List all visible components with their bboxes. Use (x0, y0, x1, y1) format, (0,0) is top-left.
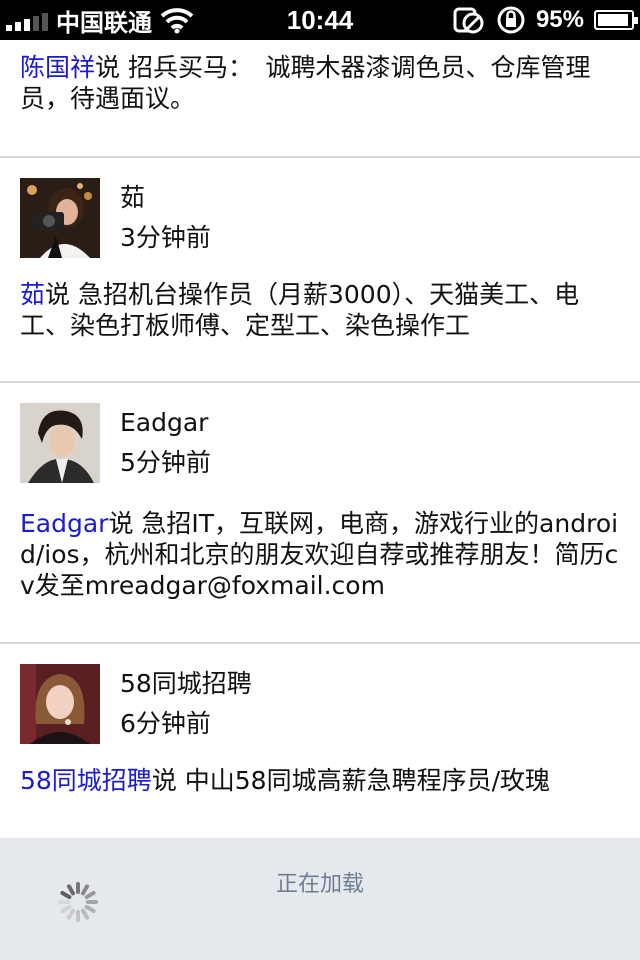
avatar[interactable] (20, 664, 100, 744)
status-bar: 中国联通 10:44 95% (0, 0, 640, 40)
post-body: Eadgar说 急招IT，互联网，电商，游戏行业的android/ios，杭州和… (20, 508, 620, 601)
says-label: 说 (45, 280, 71, 309)
post-card[interactable]: 58同城招聘 6分钟前 58同城招聘说 中山58同城高薪急聘程序员/玫瑰 (0, 664, 640, 796)
avatar[interactable] (20, 403, 100, 483)
avatar[interactable] (20, 178, 100, 258)
post-card[interactable]: Eadgar 5分钟前 Eadgar说 急招IT，互联网，电商，游戏行业的and… (0, 403, 640, 642)
says-label: 说 (108, 509, 134, 538)
orientation-lock-icon (453, 7, 484, 34)
post-card[interactable]: 陈国祥说 招兵买马： 诚聘木器漆调色员、仓库管理员，待遇面议。 (0, 40, 640, 156)
post-feed[interactable]: 陈国祥说 招兵买马： 诚聘木器漆调色员、仓库管理员，待遇面议。 茹 3分钟前 茹… (0, 40, 640, 796)
author-name[interactable]: Eadgar (120, 407, 211, 438)
author-link[interactable]: 陈国祥 (20, 53, 95, 82)
author-link[interactable]: Eadgar (20, 509, 108, 538)
divider (0, 642, 640, 644)
author-name[interactable]: 58同城招聘 (120, 668, 252, 699)
spinner-icon (58, 882, 98, 922)
author-name[interactable]: 茹 (120, 182, 211, 213)
post-content: 中山58同城高薪急聘程序员/玫瑰 (176, 766, 551, 795)
divider (0, 381, 640, 383)
post-content: 急招机台操作员（月薪3000）、天猫美工、电工、染色打板师傅、定型工、染色操作工 (20, 280, 580, 340)
author-link[interactable]: 茹 (20, 280, 45, 309)
divider (0, 156, 640, 158)
post-time: 3分钟前 (120, 223, 211, 252)
author-link[interactable]: 58同城招聘 (20, 766, 152, 795)
battery-charging-icon (594, 10, 638, 30)
post-body: 58同城招聘说 中山58同城高薪急聘程序员/玫瑰 (20, 765, 620, 796)
battery-percent: 95% (535, 6, 584, 33)
post-body: 陈国祥说 招兵买马： 诚聘木器漆调色员、仓库管理员，待遇面议。 (20, 52, 620, 114)
post-body: 茹说 急招机台操作员（月薪3000）、天猫美工、电工、染色打板师傅、定型工、染色… (20, 279, 620, 341)
post-time: 6分钟前 (120, 709, 211, 738)
post-time: 5分钟前 (120, 448, 211, 477)
says-label: 说 (95, 53, 121, 82)
post-card[interactable]: 茹 3分钟前 茹说 急招机台操作员（月薪3000）、天猫美工、电工、染色打板师傅… (0, 178, 640, 381)
says-label: 说 (151, 766, 177, 795)
alarm-icon (497, 6, 525, 34)
